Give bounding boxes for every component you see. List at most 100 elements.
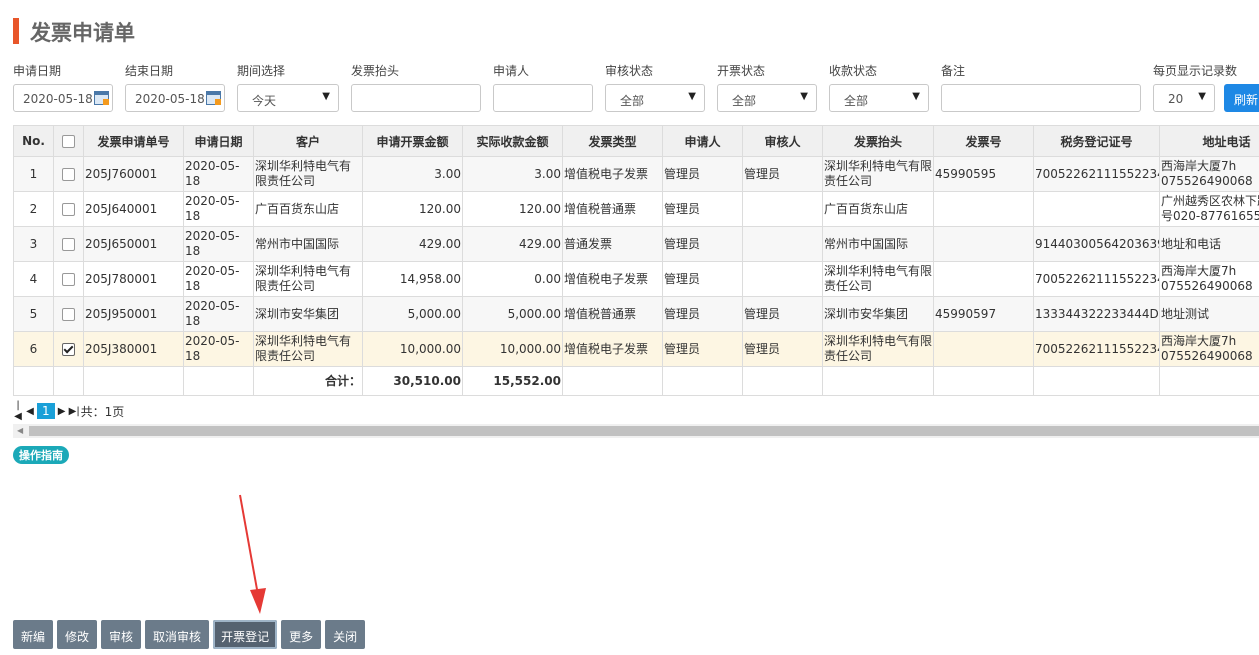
page-size-select[interactable]: 20 ▼	[1153, 84, 1215, 112]
row-select-checkbox[interactable]	[62, 272, 75, 286]
column-header-address-phone[interactable]: 地址电话	[1159, 125, 1259, 157]
row-number: 6	[13, 331, 54, 367]
remark-input[interactable]	[941, 84, 1141, 112]
period-select[interactable]: 今天 ▼	[237, 84, 339, 112]
applicant-input[interactable]	[493, 84, 593, 112]
action-button-2[interactable]: 审核	[101, 620, 142, 649]
date-cell: 2020-05-18	[183, 296, 254, 332]
row-checkbox[interactable]	[53, 226, 84, 262]
next-page-icon[interactable]: ▶	[57, 406, 67, 417]
auditor-cell: 管理员	[742, 156, 823, 192]
column-header-apply-amount[interactable]: 申请开票金额	[362, 125, 463, 157]
calendar-icon[interactable]	[206, 91, 221, 105]
action-button-4[interactable]: 开票登记	[213, 620, 278, 649]
payment-status-select[interactable]: 全部 ▼	[829, 84, 929, 112]
prev-page-icon[interactable]: ◀	[25, 406, 35, 417]
invoice-type-cell: 增值税电子发票	[562, 331, 663, 367]
invoice-status-value: 全部	[732, 94, 757, 108]
action-button-6[interactable]: 关闭	[325, 620, 366, 649]
horizontal-scrollbar[interactable]: ◀	[13, 424, 1259, 438]
invoice-type-cell: 增值税电子发票	[562, 156, 663, 192]
scrollbar-thumb[interactable]	[29, 426, 1259, 436]
operation-guide-badge[interactable]: 操作指南	[13, 446, 69, 464]
action-button-bar: 新编 修改 审核 取消审核 开票登记 更多 关闭	[13, 620, 366, 649]
scroll-left-icon[interactable]: ◀	[17, 426, 23, 435]
table-row[interactable]: 5 205J950001 2020-05-18 深圳市安华集团 5,000.00 5,00…	[13, 296, 1259, 332]
calendar-icon[interactable]	[94, 91, 109, 105]
invoice-header-cell: 常州市中国国际	[822, 226, 934, 262]
end-date-field[interactable]: 2020-05-18	[125, 84, 225, 112]
refresh-button[interactable]: 刷新	[1224, 84, 1259, 112]
last-page-icon[interactable]: ▶|	[69, 406, 80, 417]
total-pages-text: 共：1页	[80, 404, 125, 419]
column-header-invoice-no[interactable]: 发票号	[933, 125, 1034, 157]
row-number: 1	[13, 156, 54, 192]
column-header-auditor[interactable]: 审核人	[742, 125, 823, 157]
applicant-cell: 管理员	[662, 191, 743, 227]
row-checkbox[interactable]	[53, 191, 84, 227]
column-header-invoice-header[interactable]: 发票抬头	[822, 125, 934, 157]
invoice-header-cell: 深圳华利特电气有限责任公司	[822, 156, 934, 192]
table-total-row: 合计： 30,510.00 15,552.00	[13, 366, 1259, 396]
column-header-received-amount[interactable]: 实际收款金额	[462, 125, 563, 157]
current-page-number[interactable]: 1	[37, 403, 55, 419]
invoice-status-select[interactable]: 全部 ▼	[717, 84, 817, 112]
apply-amount-cell: 14,958.00	[362, 261, 463, 297]
column-header-date[interactable]: 申请日期	[183, 125, 254, 157]
table-row[interactable]: 4 205J780001 2020-05-18 深圳华利特电气有限责任公司 14,958…	[13, 261, 1259, 297]
tax-no-cell: 700522621115522346L	[1033, 261, 1160, 297]
column-header-order-no[interactable]: 发票申请单号	[83, 125, 184, 157]
apply-amount-cell: 10,000.00	[362, 331, 463, 367]
row-select-checkbox[interactable]	[62, 307, 75, 321]
remark-label: 备注	[941, 64, 966, 78]
invoice-status-label: 开票状态	[717, 64, 766, 78]
row-select-checkbox[interactable]	[62, 237, 75, 251]
start-date-label: 申请日期	[13, 64, 62, 78]
action-button-1[interactable]: 修改	[57, 620, 98, 649]
table-row[interactable]: 1 205J760001 2020-05-18 深圳华利特电气有限责任公司 3.00 3.…	[13, 156, 1259, 192]
column-header-invoice-type[interactable]: 发票类型	[562, 125, 663, 157]
order-no-cell: 205J380001	[83, 331, 184, 367]
column-header-tax-no[interactable]: 税务登记证号	[1033, 125, 1160, 157]
row-select-checkbox[interactable]	[62, 342, 75, 356]
start-date-field[interactable]: 2020-05-18	[13, 84, 113, 112]
dropdown-arrow-icon: ▼	[322, 91, 330, 102]
invoice-header-label: 发票抬头	[351, 64, 400, 78]
apply-amount-cell: 3.00	[362, 156, 463, 192]
applicant-cell: 管理员	[662, 226, 743, 262]
table-row[interactable]: 3 205J650001 2020-05-18 常州市中国国际 429.00 429.00…	[13, 226, 1259, 262]
row-select-checkbox[interactable]	[62, 167, 75, 181]
first-page-icon[interactable]: |◀	[13, 400, 23, 422]
invoice-no-cell: 45990597	[933, 296, 1034, 332]
table-row[interactable]: 2 205J640001 2020-05-18 广百百货东山店 120.00 120.00…	[13, 191, 1259, 227]
address-phone-cell: 西海岸大厦7h 075526490068	[1159, 261, 1259, 297]
row-checkbox[interactable]	[53, 331, 84, 367]
table-row[interactable]: 6 205J380001 2020-05-18 深圳华利特电气有限责任公司 10,000…	[13, 331, 1259, 367]
action-button-0[interactable]: 新编	[13, 620, 54, 649]
column-header-customer[interactable]: 客户	[253, 125, 363, 157]
audit-status-label: 审核状态	[605, 64, 654, 78]
action-button-5[interactable]: 更多	[281, 620, 322, 649]
tax-no-cell: 700522621115522346L	[1033, 156, 1160, 192]
select-all-checkbox[interactable]	[62, 135, 75, 148]
pagination: |◀ ◀ 1 ▶ ▶| 共：1页	[13, 400, 125, 422]
row-checkbox[interactable]	[53, 261, 84, 297]
received-amount-cell: 0.00	[462, 261, 563, 297]
auditor-cell: 管理员	[742, 331, 823, 367]
customer-cell: 深圳市安华集团	[253, 296, 363, 332]
column-header-select-all[interactable]	[53, 125, 84, 157]
order-no-cell: 205J650001	[83, 226, 184, 262]
row-checkbox[interactable]	[53, 296, 84, 332]
row-checkbox[interactable]	[53, 156, 84, 192]
applicant-cell: 管理员	[662, 296, 743, 332]
audit-status-select[interactable]: 全部 ▼	[605, 84, 705, 112]
auditor-cell: 管理员	[742, 296, 823, 332]
received-amount-cell: 120.00	[462, 191, 563, 227]
invoice-header-input[interactable]	[351, 84, 481, 112]
row-select-checkbox[interactable]	[62, 202, 75, 216]
column-header-no[interactable]: No.	[13, 125, 54, 157]
apply-amount-cell: 120.00	[362, 191, 463, 227]
applicant-label: 申请人	[493, 64, 530, 78]
action-button-3[interactable]: 取消审核	[145, 620, 210, 649]
column-header-applicant[interactable]: 申请人	[662, 125, 743, 157]
